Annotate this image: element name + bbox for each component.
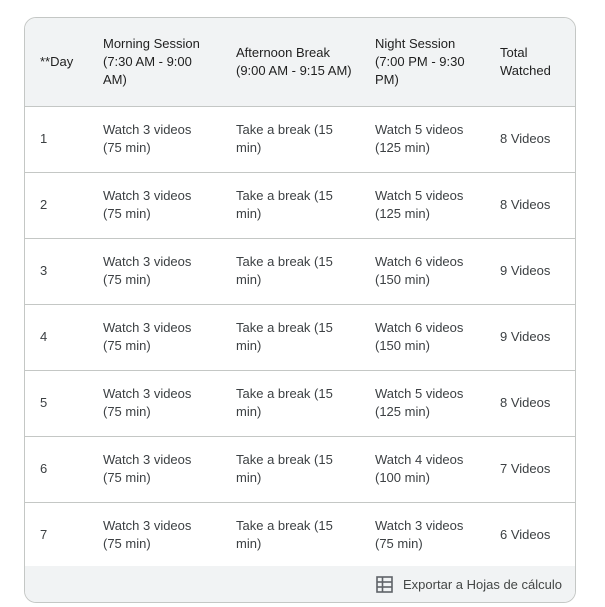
cell-afternoon-break: Take a break (15 min): [236, 122, 333, 155]
cell-afternoon-break: Take a break (15 min): [236, 386, 333, 419]
cell-afternoon-break: Take a break (15 min): [236, 518, 333, 552]
cell-total-watched: 9 Videos: [500, 263, 551, 278]
table-footer: Exportar a Hojas de cálculo: [25, 566, 575, 602]
table-header-row: **Day Morning Session (7:30 AM - 9:00 AM…: [25, 18, 575, 107]
cell-night-session: Watch 4 videos (100 min): [375, 452, 464, 485]
cell-afternoon-break: Take a break (15 min): [236, 320, 333, 353]
column-header-morning-session: Morning Session (7:30 AM - 9:00 AM): [88, 18, 221, 107]
cell-total-watched: 6 Videos: [500, 527, 551, 543]
cell-day: 7: [40, 527, 48, 543]
cell-day: 2: [40, 197, 48, 212]
cell-morning-session: Watch 3 videos (75 min): [103, 386, 192, 419]
cell-day: 5: [40, 395, 48, 410]
cell-total-watched: 8 Videos: [500, 395, 551, 410]
cell-day: 1: [40, 131, 48, 146]
cell-total-watched: 8 Videos: [500, 131, 551, 146]
cell-day: 6: [40, 461, 48, 476]
cell-night-session: Watch 5 videos (125 min): [375, 386, 464, 419]
cell-night-session: Watch 6 videos (150 min): [375, 254, 464, 287]
cell-total-watched: 7 Videos: [500, 461, 551, 476]
cell-morning-session: Watch 3 videos (75 min): [103, 188, 192, 221]
cell-total-watched: 8 Videos: [500, 197, 551, 212]
schedule-table-card: **Day Morning Session (7:30 AM - 9:00 AM…: [24, 17, 576, 603]
cell-night-session: Watch 6 videos (150 min): [375, 320, 464, 353]
cell-total-watched: 9 Videos: [500, 329, 551, 344]
cell-morning-session: Watch 3 videos (75 min): [103, 452, 192, 485]
table-row: 5 Watch 3 videos (75 min) Take a break (…: [25, 370, 575, 436]
cell-night-session: Watch 5 videos (125 min): [375, 188, 464, 221]
schedule-table: **Day Morning Session (7:30 AM - 9:00 AM…: [25, 18, 575, 568]
table-row: 3 Watch 3 videos (75 min) Take a break (…: [25, 238, 575, 304]
cell-night-session: Watch 3 videos (75 min): [375, 518, 464, 552]
cell-morning-session: Watch 3 videos (75 min): [103, 254, 192, 287]
cell-day: 4: [40, 329, 48, 344]
column-header-afternoon-break: Afternoon Break (9:00 AM - 9:15 AM): [221, 18, 360, 107]
table-row: 4 Watch 3 videos (75 min) Take a break (…: [25, 304, 575, 370]
cell-afternoon-break: Take a break (15 min): [236, 254, 333, 287]
table-icon: [376, 575, 393, 593]
table-row: 2 Watch 3 videos (75 min) Take a break (…: [25, 172, 575, 238]
column-header-total-watched: Total Watched: [485, 18, 575, 107]
export-to-sheets-button[interactable]: Exportar a Hojas de cálculo: [376, 575, 562, 593]
cell-day: 3: [40, 263, 48, 278]
cell-afternoon-break: Take a break (15 min): [236, 188, 333, 221]
column-header-day: **Day: [25, 18, 88, 107]
cell-morning-session: Watch 3 videos (75 min): [103, 122, 192, 155]
table-row: 1 Watch 3 videos (75 min) Take a break (…: [25, 106, 575, 172]
cell-morning-session: Watch 3 videos (75 min): [103, 320, 192, 353]
export-label: Exportar a Hojas de cálculo: [403, 576, 562, 592]
column-header-night-session: Night Session (7:00 PM - 9:30 PM): [360, 18, 485, 107]
cell-afternoon-break: Take a break (15 min): [236, 452, 333, 485]
cell-night-session: Watch 5 videos (125 min): [375, 122, 464, 155]
table-row: 7 Watch 3 videos (75 min) Take a break (…: [25, 502, 575, 568]
table-row: 6 Watch 3 videos (75 min) Take a break (…: [25, 436, 575, 502]
cell-morning-session: Watch 3 videos (75 min): [103, 518, 192, 552]
